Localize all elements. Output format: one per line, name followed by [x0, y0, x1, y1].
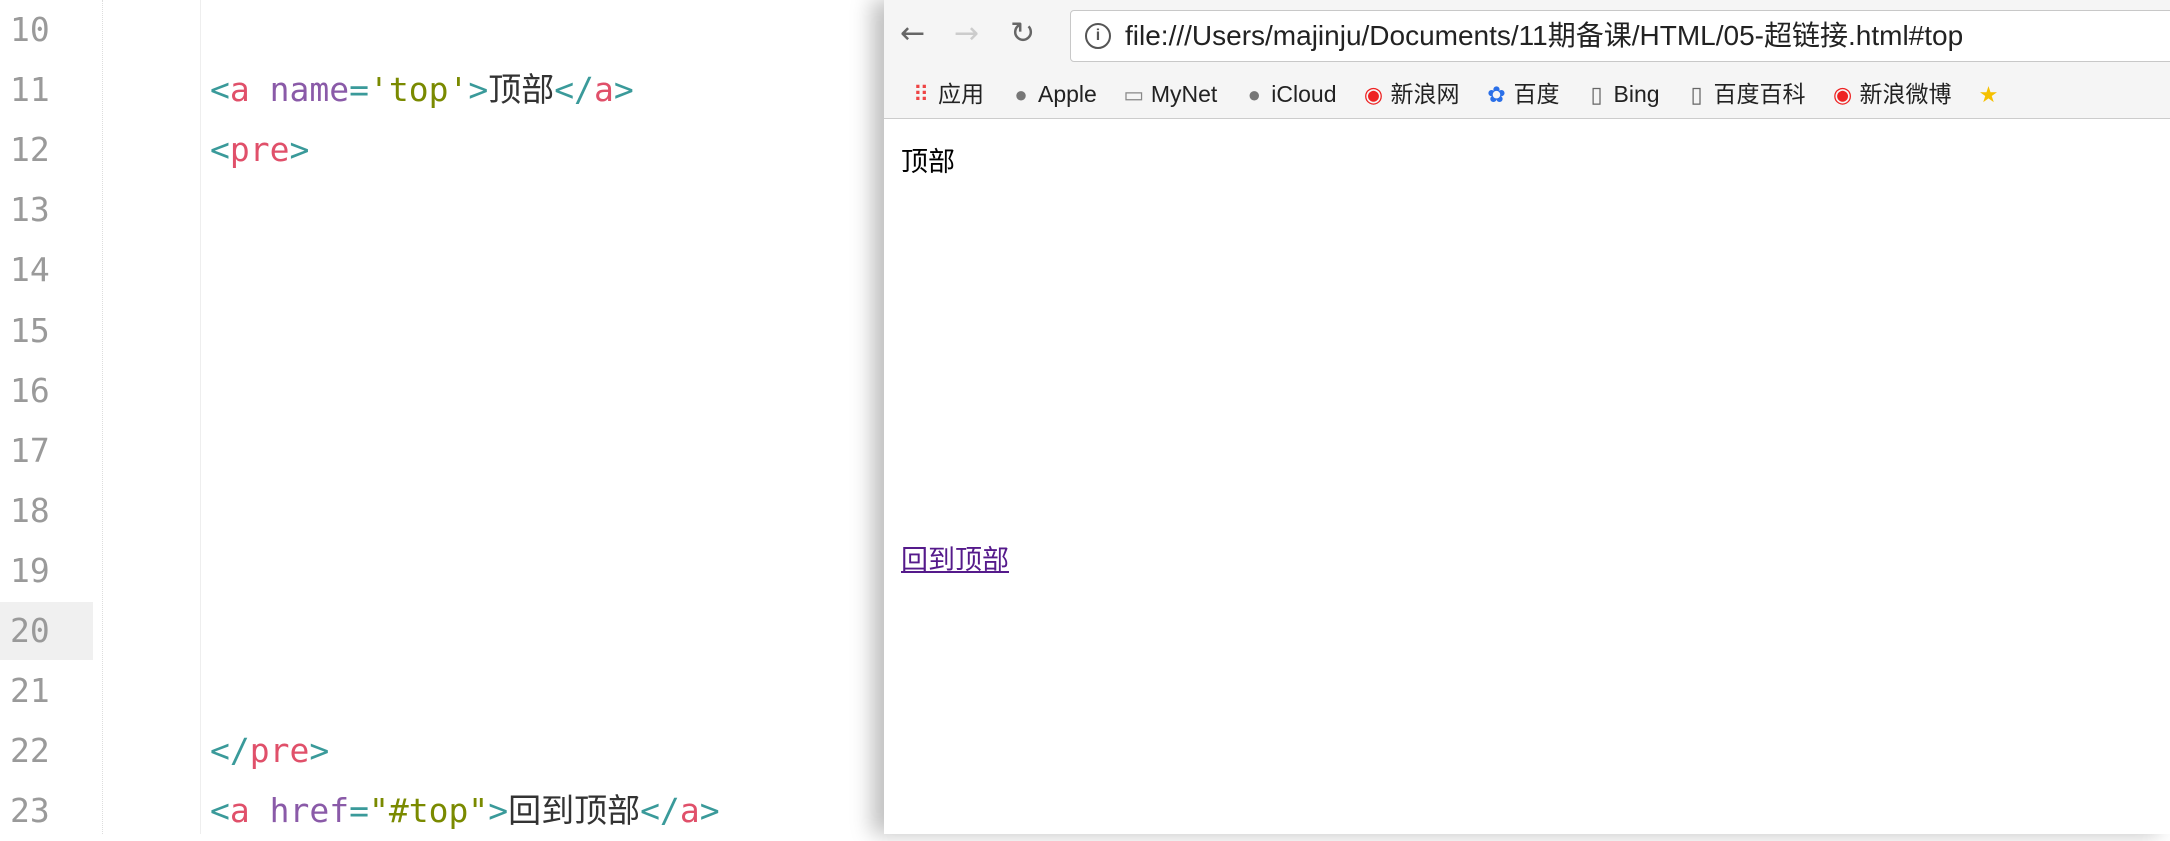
tag-name: pre — [249, 731, 310, 770]
bookmark-label: 百度百科 — [1713, 81, 1806, 107]
line-number: 18 — [10, 490, 50, 530]
anchor-top: 顶部 — [901, 147, 955, 178]
bracket: < — [210, 70, 230, 109]
tag-name: a — [593, 70, 614, 109]
forward-button[interactable]: → — [954, 16, 979, 52]
address-bar[interactable]: i file:///Users/majinju/Documents/11期备课/… — [1070, 10, 2170, 62]
bracket: > — [699, 791, 720, 830]
bookmark-label: 应用 — [938, 81, 984, 107]
line-number: 23 — [10, 791, 50, 831]
code-line-22[interactable]: </pre> — [210, 721, 329, 781]
bookmark-item[interactable]: ✿ 百度 — [1486, 69, 1560, 120]
tag-name: a — [229, 70, 250, 109]
bookmark-label: Bing — [1613, 81, 1660, 107]
attribute: name — [249, 70, 350, 109]
indent-guide — [200, 0, 201, 834]
baidu-icon: ✿ — [1487, 82, 1506, 107]
tag-name: pre — [229, 130, 290, 169]
code-line-12[interactable]: <pre> — [210, 120, 309, 180]
page-icon: ▯ — [1690, 82, 1703, 107]
bookmark-label: MyNet — [1150, 81, 1218, 107]
star-icon: ★ — [1978, 82, 1999, 107]
line-number: 22 — [10, 731, 50, 771]
bookmark-item[interactable]: ● iCloud — [1243, 69, 1337, 120]
bookmark-item[interactable]: ◉ 新浪网 — [1363, 69, 1460, 120]
attribute-value: "#top" — [368, 791, 489, 830]
browser-toolbar: ← → ↻ i file:///Users/majinju/Documents/… — [884, 0, 2170, 69]
info-icon[interactable]: i — [1085, 23, 1111, 49]
code-editor[interactable]: 10 11 12 13 14 15 16 17 18 19 20 21 22 23 <a name='to… — [0, 0, 884, 834]
bookmark-label: 新浪网 — [1390, 81, 1460, 107]
bracket: > — [488, 791, 509, 830]
weibo-icon: ◉ — [1832, 82, 1853, 107]
bracket: > — [309, 731, 330, 770]
line-number: 14 — [10, 250, 50, 290]
text-content: 回到顶部 — [508, 791, 641, 830]
line-number: 15 — [10, 310, 50, 350]
bracket: </ — [640, 791, 680, 830]
bookmark-item[interactable]: ▯ Bing — [1586, 69, 1660, 120]
bookmark-item[interactable]: ▭ MyNet — [1123, 69, 1217, 120]
apps-grid-icon: ⠿ — [912, 82, 930, 107]
line-number: 19 — [10, 550, 50, 590]
bookmark-item[interactable]: ▯ 百度百科 — [1686, 69, 1806, 120]
line-number-gutter: 10 11 12 13 14 15 16 17 18 19 20 21 22 23 — [0, 0, 103, 834]
line-number: 12 — [10, 130, 50, 170]
bookmark-label: iCloud — [1271, 81, 1337, 107]
bracket: > — [468, 70, 489, 109]
line-number: 17 — [10, 430, 50, 470]
bookmark-label: 新浪微博 — [1859, 81, 1952, 107]
bookmark-item[interactable]: ★ — [1978, 69, 2006, 120]
weibo-icon: ◉ — [1363, 82, 1384, 107]
bookmark-item[interactable]: ◉ 新浪微博 — [1832, 69, 1952, 120]
attribute-value: 'top' — [368, 70, 469, 109]
tag-name: a — [679, 791, 700, 830]
apple-icon: ● — [1014, 82, 1028, 107]
bracket: < — [210, 130, 230, 169]
bookmark-item[interactable]: ⠿ 应用 — [910, 69, 984, 120]
equals: = — [349, 70, 369, 109]
bracket: > — [289, 130, 310, 169]
line-number: 16 — [10, 370, 50, 410]
bookmark-label: Apple — [1038, 81, 1097, 107]
line-number: 13 — [10, 190, 50, 230]
back-to-top-link[interactable]: 回到顶部 — [901, 538, 1009, 577]
line-number: 10 — [10, 10, 50, 49]
url-text: file:///Users/majinju/Documents/11期备课/HT… — [1125, 20, 1964, 51]
back-button[interactable]: ← — [900, 16, 925, 52]
code-line-23[interactable]: <a href="#top">回到顶部</a> — [210, 781, 720, 841]
folder-icon: ▭ — [1123, 82, 1145, 107]
text-content: 顶部 — [488, 70, 555, 109]
attribute: href — [249, 791, 350, 830]
bookmark-item[interactable]: ● Apple — [1010, 69, 1097, 120]
line-number: 20 — [0, 602, 93, 660]
bracket: </ — [210, 731, 250, 770]
bracket: > — [613, 70, 634, 109]
bracket: < — [210, 791, 230, 830]
bookmark-label: 百度 — [1513, 81, 1560, 107]
tag-name: a — [229, 791, 250, 830]
code-line-11[interactable]: <a name='top'>顶部</a> — [210, 60, 634, 120]
apple-icon: ● — [1247, 82, 1261, 107]
bracket: </ — [554, 70, 594, 109]
reload-button[interactable]: ↻ — [1010, 16, 1035, 52]
line-number: 21 — [10, 671, 50, 711]
browser-window: ← → ↻ i file:///Users/majinju/Documents/… — [884, 0, 2170, 834]
page-icon: ▯ — [1590, 82, 1603, 107]
line-number: 11 — [10, 70, 50, 110]
equals: = — [349, 791, 369, 830]
bookmarks-bar: ⠿ 应用 ● Apple ▭ MyNet ● iCloud ◉ 新浪网 ✿ 百度 ▯ Bing ▯ 百度百科 ◉… — [884, 69, 2170, 119]
